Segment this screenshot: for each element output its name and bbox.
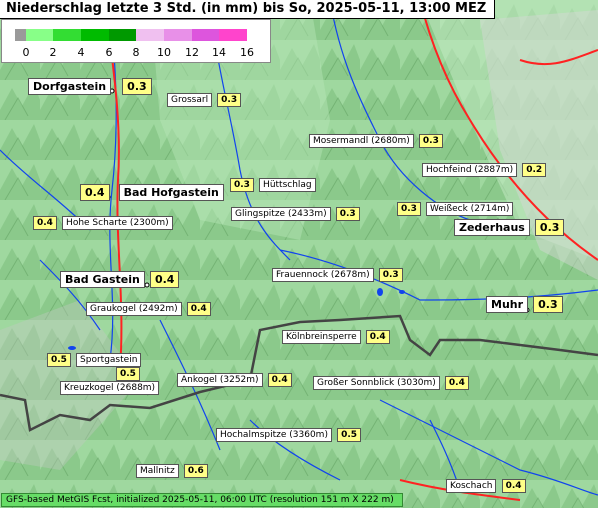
place-label-hohe-scharte[interactable]: 0.4 Hohe Scharte (2300m) (33, 216, 173, 230)
precipitation-legend: 0 2 4 6 8 10 12 14 16 (1, 19, 271, 63)
precip-value: 0.3 (534, 219, 565, 236)
place-name: Bad Gastein (60, 271, 145, 288)
precip-value: 0.4 (444, 376, 469, 390)
place-name: Hohe Scharte (2300m) (62, 216, 173, 230)
place-label-bad-hofgastein[interactable]: 0.4 Bad Hofgastein (80, 184, 224, 201)
legend-swatch-12-14 (192, 29, 219, 41)
precip-value: 0.3 (418, 134, 443, 148)
legend-swatch-6-8 (109, 29, 136, 41)
legend-tick: 14 (212, 46, 226, 59)
precip-value: 0.4 (149, 271, 180, 288)
precip-value: 0.3 (378, 268, 403, 282)
precip-value: 0.4 (80, 184, 110, 201)
place-name: Hochfeind (2887m) (422, 163, 518, 177)
place-name: Großer Sonnblick (3030m) (313, 376, 440, 390)
legend-swatch-0-2 (26, 29, 53, 41)
legend-swatch-10-12 (164, 29, 192, 41)
place-name: Mosermandl (2680m) (309, 134, 414, 148)
legend-swatch-14-16 (219, 29, 247, 41)
legend-swatch-8-10 (136, 29, 164, 41)
place-label-kreuzkogel[interactable]: 0.5 Kreuzkogel (2688m) (60, 367, 160, 395)
place-label-glingspitze[interactable]: Glingspitze (2433m) 0.3 (231, 207, 360, 221)
place-name: Kreuzkogel (2688m) (60, 381, 160, 395)
precip-value: 0.4 (267, 373, 292, 387)
model-info-footer: GFS-based MetGIS Fcst, initialized 2025-… (1, 493, 403, 507)
precip-value: 0.3 (397, 202, 421, 216)
place-name: Grossarl (167, 93, 213, 107)
place-label-grosser-sonnblick[interactable]: Großer Sonnblick (3030m) 0.4 (313, 376, 469, 390)
place-label-huettschlag[interactable]: 0.3 Hüttschlag (230, 178, 316, 192)
legend-tick: 8 (132, 46, 140, 59)
lake-1 (377, 288, 383, 296)
place-name: Kölnbreinsperre (282, 330, 361, 344)
place-label-muhr[interactable]: Muhr 0.3 (486, 296, 563, 313)
precip-value: 0.5 (116, 367, 140, 381)
place-name: Sportgastein (76, 353, 142, 367)
precip-value: 0.2 (522, 163, 547, 177)
precip-value: 0.3 (335, 207, 360, 221)
place-name: Glingspitze (2433m) (231, 207, 331, 221)
place-label-weisseck[interactable]: 0.3 Weißeck (2714m) (397, 202, 514, 216)
map-title: Niederschlag letzte 3 Std. (in mm) bis S… (0, 0, 496, 19)
legend-tick: 16 (240, 46, 254, 59)
legend-tick: 2 (49, 46, 57, 59)
legend-tick: 10 (157, 46, 171, 59)
precip-value: 0.3 (217, 93, 242, 107)
place-label-mallnitz[interactable]: Mallnitz 0.6 (136, 464, 208, 478)
place-label-graukogel[interactable]: Graukogel (2492m) 0.4 (86, 302, 211, 316)
place-name: Zederhaus (454, 219, 530, 236)
precip-value: 0.4 (365, 330, 390, 344)
place-label-koelnbreinsperre[interactable]: Kölnbreinsperre 0.4 (282, 330, 390, 344)
place-label-grossarl[interactable]: Grossarl 0.3 (167, 93, 242, 107)
precip-value: 0.6 (183, 464, 208, 478)
precip-value: 0.5 (337, 428, 362, 442)
precip-value: 0.3 (122, 78, 152, 95)
legend-swatch-over-16 (247, 29, 258, 41)
terrain-map[interactable]: Dorfgastein 0.3 Grossarl 0.3 Mosermandl … (0, 0, 598, 508)
place-name: Hüttschlag (259, 178, 316, 192)
place-name: Dorfgastein (28, 78, 112, 95)
legend-tick: 0 (22, 46, 30, 59)
place-label-zederhaus[interactable]: Zederhaus 0.3 (454, 219, 565, 236)
place-label-hochalmspitze[interactable]: Hochalmspitze (3360m) 0.5 (216, 428, 362, 442)
place-name: Frauennock (2678m) (272, 268, 374, 282)
place-name: Muhr (486, 296, 529, 313)
legend-swatch-2-4 (53, 29, 81, 41)
precip-value: 0.3 (533, 296, 563, 313)
lake-2 (399, 290, 405, 294)
precip-value: 0.4 (501, 479, 526, 493)
place-label-bad-gastein[interactable]: Bad Gastein 0.4 (60, 271, 180, 288)
precip-value: 0.4 (186, 302, 211, 316)
precip-value: 0.5 (47, 353, 71, 367)
place-name: Ankogel (3252m) (177, 373, 263, 387)
place-name: Hochalmspitze (3360m) (216, 428, 332, 442)
place-name: Koschach (446, 479, 497, 493)
place-label-mosermandl[interactable]: Mosermandl (2680m) 0.3 (309, 134, 443, 148)
legend-tick: 4 (77, 46, 85, 59)
legend-swatch-4-6 (81, 29, 109, 41)
legend-swatch-none (15, 29, 26, 41)
place-label-hochfeind[interactable]: Hochfeind (2887m) 0.2 (422, 163, 547, 177)
place-label-sportgastein[interactable]: 0.5 Sportgastein (47, 353, 142, 367)
place-label-ankogel[interactable]: Ankogel (3252m) 0.4 (177, 373, 292, 387)
legend-tick: 6 (105, 46, 113, 59)
place-name: Bad Hofgastein (118, 184, 224, 201)
precip-value: 0.3 (230, 178, 254, 192)
place-name: Graukogel (2492m) (86, 302, 182, 316)
place-name: Mallnitz (136, 464, 179, 478)
place-label-dorfgastein[interactable]: Dorfgastein 0.3 (28, 78, 152, 95)
place-name: Weißeck (2714m) (426, 202, 514, 216)
legend-tick: 12 (185, 46, 199, 59)
place-label-frauennock[interactable]: Frauennock (2678m) 0.3 (272, 268, 403, 282)
place-label-koschach[interactable]: Koschach 0.4 (446, 479, 526, 493)
precip-value: 0.4 (33, 216, 57, 230)
